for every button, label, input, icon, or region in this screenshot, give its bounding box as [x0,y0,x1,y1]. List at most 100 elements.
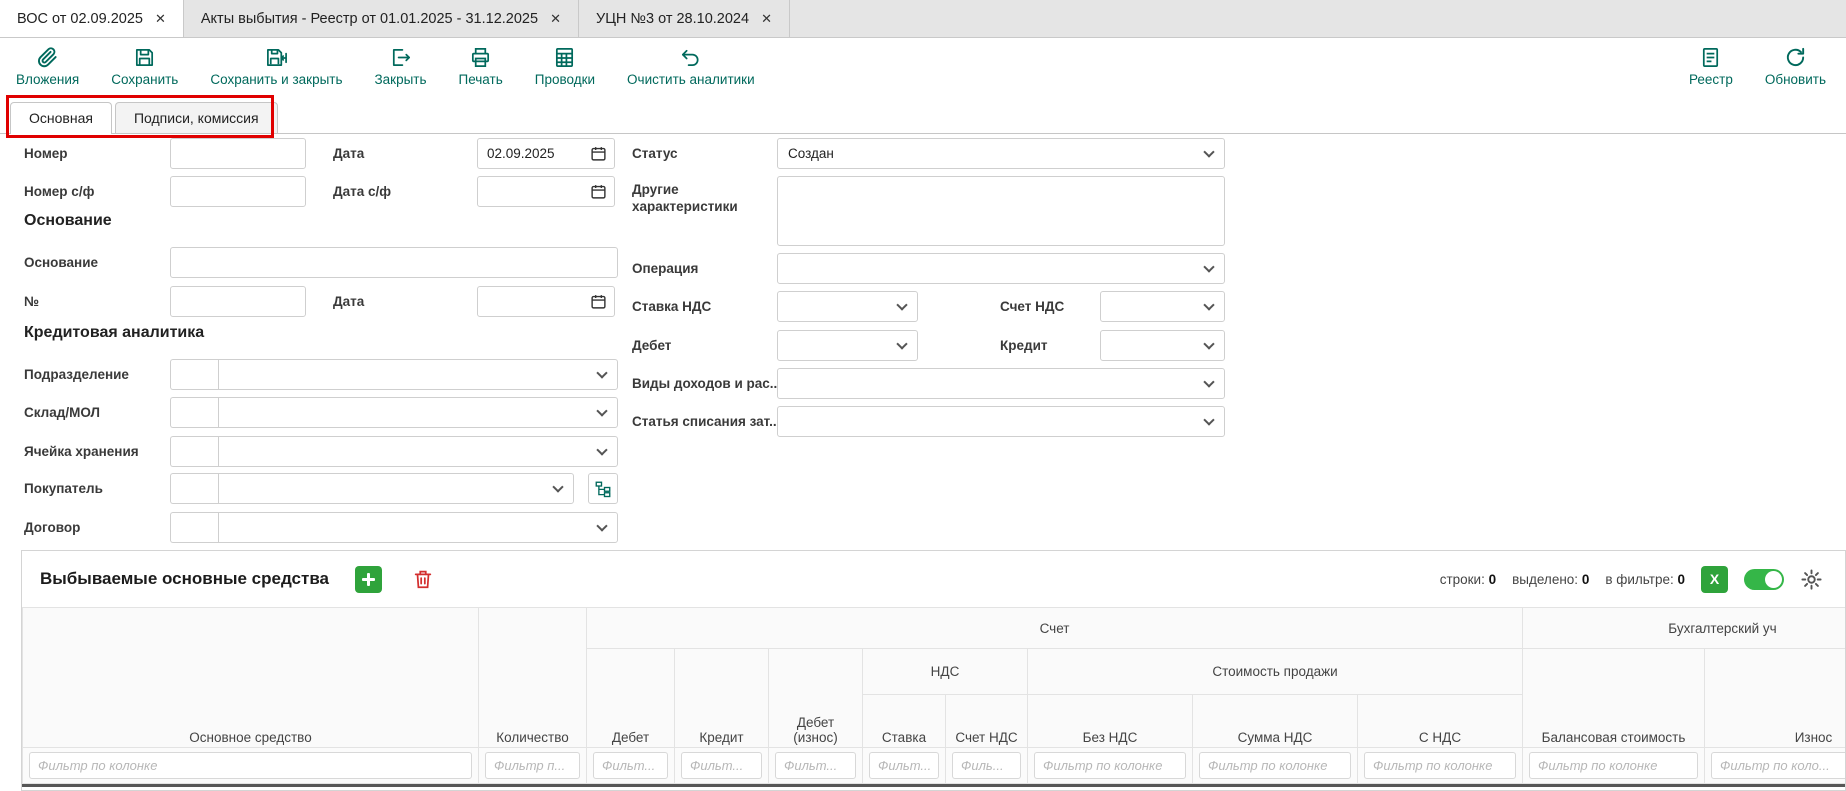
warehouse-code-input[interactable] [170,397,219,428]
department-code-input[interactable] [170,359,219,390]
filter-input-quantity[interactable] [485,752,580,779]
invoice-date-input[interactable] [478,177,590,206]
basis-date-label: Дата [333,294,364,311]
chevron-down-icon [552,481,563,492]
column-header-quantity[interactable]: Количество [479,608,587,748]
window-tab-register[interactable]: Акты выбытия - Реестр от 01.01.2025 - 31… [184,0,579,37]
column-header-wear[interactable]: Износ [1705,649,1846,748]
grid-settings-button[interactable] [1800,568,1823,591]
calendar-icon[interactable] [590,293,607,310]
column-header-vat-sum[interactable]: Сумма НДС [1193,695,1358,748]
column-header-debit[interactable]: Дебет [587,649,675,748]
attachments-button[interactable]: Вложения [16,46,79,87]
column-header-rate[interactable]: Ставка [863,695,946,748]
storage-cell-select[interactable] [218,436,618,467]
calendar-icon[interactable] [590,145,607,162]
buyer-select[interactable] [218,473,574,504]
registry-label: Реестр [1689,72,1733,87]
date-input[interactable] [478,139,590,168]
chevron-down-icon [1203,299,1214,310]
filter-input-book-value[interactable] [1529,752,1698,779]
clear-analytics-button[interactable]: Очистить аналитики [627,46,755,87]
window-tab-label: ВОС от 02.09.2025 [17,11,143,27]
save-and-close-button[interactable]: Сохранить и закрыть [210,46,342,87]
rows-count: строки: 0 [1440,572,1496,587]
warehouse-label: Склад/МОЛ [24,405,100,422]
print-button[interactable]: Печать [459,46,503,87]
filter-input-vat-sum[interactable] [1199,752,1351,779]
contract-select[interactable] [218,512,618,543]
vat-account-select[interactable] [1100,291,1225,322]
filter-input-credit[interactable] [681,752,762,779]
credit-select[interactable] [1100,330,1225,361]
window-tab-doc[interactable]: ВОС от 02.09.2025 ✕ [0,0,184,37]
save-button[interactable]: Сохранить [111,46,178,87]
close-document-button[interactable]: Закрыть [375,46,427,87]
disposed-assets-panel: Выбываемые основные средства строки: 0 в… [21,550,1846,791]
filter-toggle[interactable] [1744,569,1784,590]
registry-button[interactable]: Реестр [1689,46,1733,87]
filter-input-vat-account[interactable] [952,752,1021,779]
print-label: Печать [459,72,503,87]
contract-code-input[interactable] [170,512,219,543]
income-expense-types-label: Виды доходов и рас... [632,376,781,393]
filter-input-debit-wear[interactable] [775,752,856,779]
window-tab-ucn[interactable]: УЦН №3 от 28.10.2024 ✕ [579,0,790,37]
grid-table-icon [553,46,576,69]
calendar-icon[interactable] [590,183,607,200]
invoice-number-input[interactable] [170,176,306,207]
close-icon[interactable]: ✕ [550,11,561,27]
close-icon[interactable]: ✕ [155,11,166,27]
status-select[interactable]: Создан [777,138,1225,169]
chevron-down-icon [896,299,907,310]
column-header-with-vat[interactable]: С НДС [1358,695,1523,748]
chevron-down-icon [1203,376,1214,387]
operation-select[interactable] [777,253,1225,284]
vat-rate-select[interactable] [777,291,918,322]
filter-input-rate[interactable] [869,752,939,779]
trash-icon [412,568,434,590]
basis-no-input[interactable] [170,286,306,317]
filter-input-asset[interactable] [29,752,472,779]
filter-input-with-vat[interactable] [1364,752,1516,779]
credit-analytics-section-header: Кредитовая аналитика [24,324,204,342]
column-header-credit[interactable]: Кредит [675,649,769,748]
close-icon[interactable]: ✕ [761,11,772,27]
filter-input-without-vat[interactable] [1034,752,1186,779]
exit-door-icon [389,46,412,69]
filter-input-debit[interactable] [593,752,668,779]
buyer-tree-button[interactable] [588,473,618,504]
basis-input[interactable] [170,247,618,278]
add-row-button[interactable] [355,566,382,593]
window-tab-label: Акты выбытия - Реестр от 01.01.2025 - 31… [201,11,538,27]
tab-main[interactable]: Основная [10,102,112,134]
column-header-asset[interactable]: Основное средство [23,608,479,748]
export-excel-button[interactable]: X [1701,566,1728,593]
filter-input-wear[interactable] [1711,752,1846,779]
toggle-knob [1765,571,1782,588]
window-tab-strip: ВОС от 02.09.2025 ✕ Акты выбытия - Реест… [0,0,1846,38]
postings-button[interactable]: Проводки [535,46,595,87]
column-header-vat-account[interactable]: Счет НДС [946,695,1028,748]
tab-signatures-commission[interactable]: Подписи, комиссия [115,102,278,133]
refresh-button[interactable]: Обновить [1765,46,1826,87]
storage-cell-code-input[interactable] [170,436,219,467]
buyer-code-input[interactable] [170,473,219,504]
department-select[interactable] [218,359,618,390]
income-expense-types-select[interactable] [777,368,1225,399]
column-header-book-value[interactable]: Балансовая стоимость [1523,649,1705,748]
number-input[interactable] [170,138,306,169]
group-header-vat: НДС [863,649,1028,695]
column-header-without-vat[interactable]: Без НДС [1028,695,1193,748]
column-header-debit-wear[interactable]: Дебет (износ) [769,649,863,748]
close-document-label: Закрыть [375,72,427,87]
warehouse-select[interactable] [218,397,618,428]
debit-select[interactable] [777,330,918,361]
other-characteristics-textarea[interactable] [777,176,1225,246]
chevron-down-icon [596,520,607,531]
delete-row-button[interactable] [412,568,434,590]
basis-date-input[interactable] [478,287,590,316]
refresh-icon [1784,46,1807,69]
writeoff-item-select[interactable] [777,406,1225,437]
status-value: Создан [788,146,834,161]
